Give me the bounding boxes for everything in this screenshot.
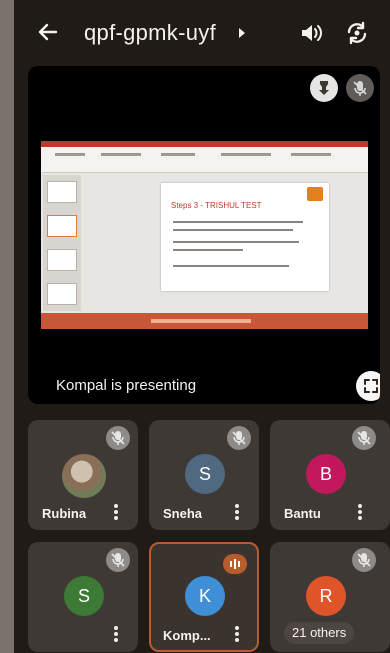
- participant-tile[interactable]: S: [28, 542, 138, 652]
- more-vert-icon[interactable]: [231, 502, 243, 522]
- mic-off-icon: [346, 74, 374, 102]
- slide-logo: [307, 187, 323, 201]
- participant-name: Sneha: [163, 506, 203, 521]
- avatar: K: [185, 576, 225, 616]
- slide-title: Steps 3 - TRISHUL TEST: [171, 201, 262, 210]
- others-count-button[interactable]: 21 others: [284, 622, 355, 644]
- slide-text-line: [173, 229, 293, 231]
- mic-off-icon: [352, 426, 376, 450]
- slide-text-line: [173, 241, 299, 243]
- fullscreen-icon[interactable]: [356, 371, 380, 401]
- slide-text-line: [173, 221, 303, 223]
- slide-canvas: Steps 3 - TRISHUL TEST: [161, 183, 329, 291]
- avatar: S: [64, 576, 104, 616]
- slide-thumbnails: [43, 175, 81, 311]
- participant-tile[interactable]: B Bantu: [270, 420, 390, 530]
- slide-thumbnail: [47, 181, 77, 203]
- presentation-stage[interactable]: Steps 3 - TRISHUL TEST Kompal is present…: [28, 66, 380, 404]
- slide-text-line: [173, 249, 243, 251]
- back-arrow-icon[interactable]: [36, 20, 60, 44]
- mic-off-icon: [352, 548, 376, 572]
- avatar-photo: [62, 454, 106, 498]
- switch-camera-icon[interactable]: [344, 20, 370, 46]
- meeting-code[interactable]: qpf-gpmk-uyf: [84, 20, 216, 46]
- avatar: R: [306, 576, 346, 616]
- mic-off-icon: [106, 426, 130, 450]
- more-vert-icon[interactable]: [110, 502, 122, 522]
- more-vert-icon[interactable]: [231, 624, 243, 644]
- chevron-right-icon[interactable]: [239, 28, 245, 38]
- participant-tile-speaking[interactable]: K Komp...: [149, 542, 259, 652]
- mic-off-icon: [227, 426, 251, 450]
- app-status-bar: [41, 313, 368, 329]
- speaking-indicator-icon: [223, 554, 247, 574]
- avatar: B: [306, 454, 346, 494]
- slide-text-line: [173, 265, 289, 267]
- avatar: S: [185, 454, 225, 494]
- pin-icon[interactable]: [310, 74, 338, 102]
- presenting-label: Kompal is presenting: [56, 377, 197, 394]
- participant-tile[interactable]: Rubina: [28, 420, 138, 530]
- more-vert-icon[interactable]: [354, 502, 366, 522]
- participant-name: Bantu: [284, 506, 321, 521]
- app-ribbon: [41, 147, 368, 173]
- participant-tile[interactable]: S Sneha: [149, 420, 259, 530]
- participant-name: Rubina: [42, 506, 87, 521]
- meet-window: qpf-gpmk-uyf Steps 3 - TRISHUL TEST Komp…: [14, 0, 390, 653]
- participant-tile[interactable]: R 21 others: [270, 542, 390, 652]
- more-vert-icon[interactable]: [110, 624, 122, 644]
- participant-name: Komp...: [163, 628, 211, 643]
- shared-screen: Steps 3 - TRISHUL TEST: [41, 141, 368, 329]
- mic-off-icon: [106, 548, 130, 572]
- slide-thumbnail: [47, 215, 77, 237]
- slide-thumbnail: [47, 283, 77, 305]
- speaker-icon[interactable]: [298, 20, 324, 46]
- top-bar: qpf-gpmk-uyf: [14, 0, 390, 66]
- slide-thumbnail: [47, 249, 77, 271]
